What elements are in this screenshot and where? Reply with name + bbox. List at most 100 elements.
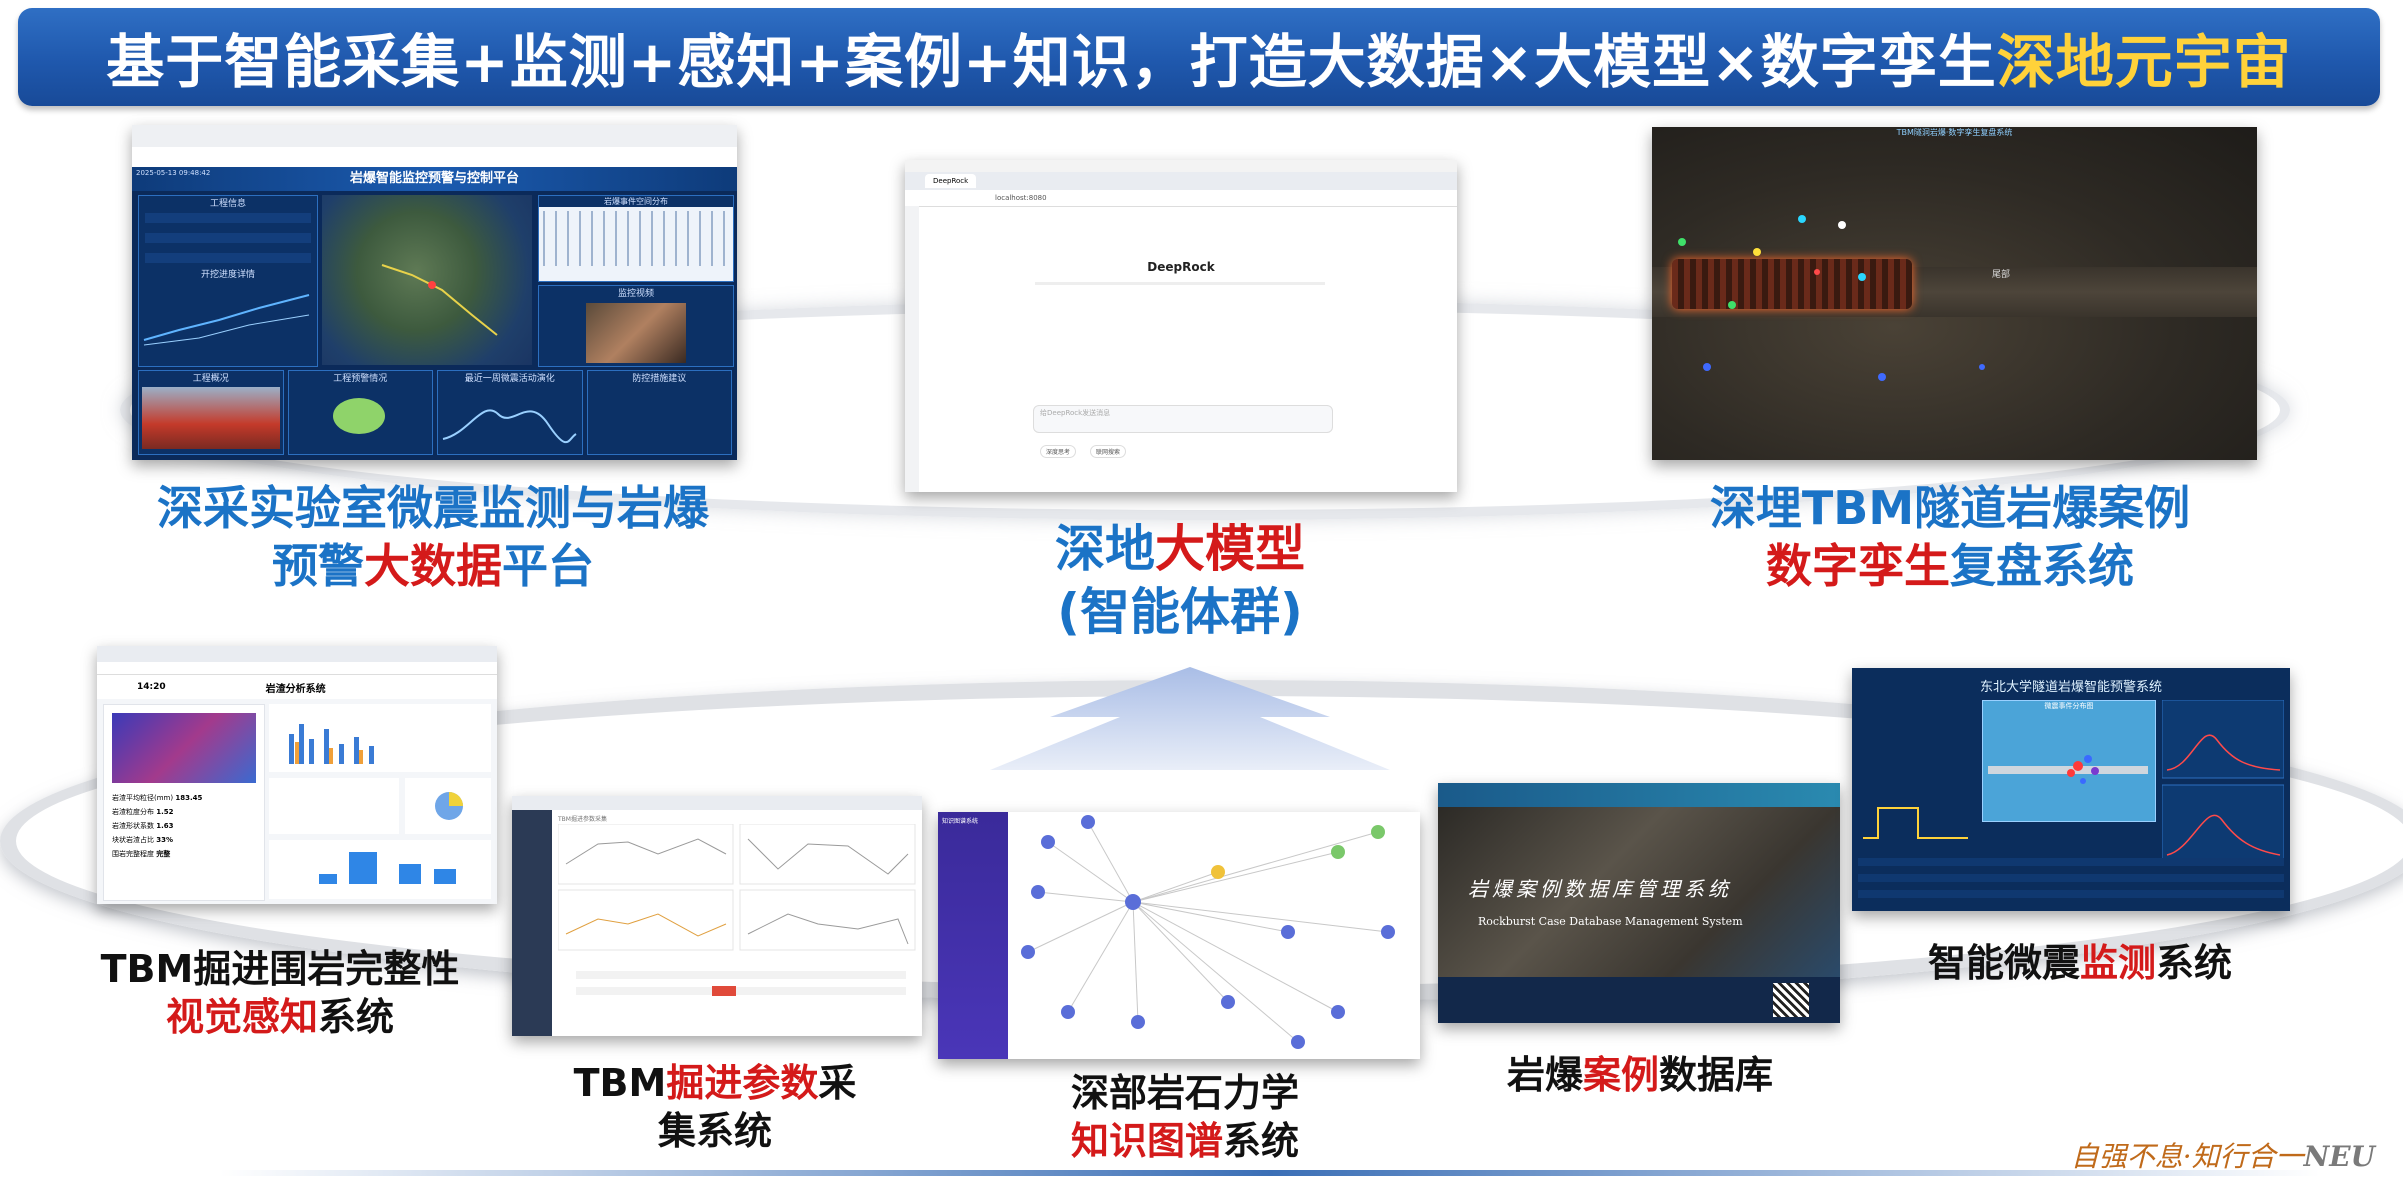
digital-twin-screenshot: TBM隧洞岩爆·数字孪生复盘系统 尾部 bbox=[1652, 127, 2257, 460]
knowledge-graph-screenshot: 知识图谱系统 bbox=[938, 812, 1420, 1059]
satellite-map bbox=[322, 195, 532, 365]
caption-part: 监测 bbox=[2079, 941, 2156, 985]
vision-system-screenshot: 14:20 岩渣分析系统 岩渣平均粒径(mm) 183.45 岩渣粒度分布 1.… bbox=[97, 646, 497, 904]
overview-panel: 工程概况 bbox=[138, 370, 284, 455]
caption-part: 深地 bbox=[1055, 520, 1155, 578]
address-bar bbox=[97, 662, 497, 675]
panel-title: 工程概况 bbox=[192, 374, 229, 384]
caption-part: 大模型 bbox=[1155, 520, 1305, 578]
browser-tabbar bbox=[97, 646, 497, 662]
rockburst-distribution-panel: 岩爆事件空间分布 bbox=[538, 195, 734, 282]
caption-part: 系统 bbox=[318, 994, 395, 1039]
caption-part: 系统 bbox=[1223, 1118, 1300, 1163]
caption-deep-llm: 深地大模型 (智能体群) bbox=[960, 518, 1400, 643]
kg-sidebar: 知识图谱系统 bbox=[938, 812, 1008, 1059]
event-table bbox=[1858, 858, 2284, 906]
caption-part: 复盘系统 bbox=[1950, 538, 2134, 593]
weekly-activity-panel: 最近一周微震活动演化 bbox=[437, 370, 583, 455]
vision-charts bbox=[269, 704, 491, 899]
caption-bigdata-platform: 深采实验室微震监测与岩爆 预警大数据平台 bbox=[108, 480, 758, 595]
metric-row: 岩渣平均粒径(mm) 183.45 bbox=[112, 791, 256, 805]
caption-params-system: TBM掘进参数采 集系统 bbox=[550, 1060, 880, 1155]
caption-part: 采 bbox=[818, 1061, 857, 1105]
caption-part: 知识图谱 bbox=[1070, 1118, 1223, 1163]
panel-title: 防控措施建议 bbox=[632, 374, 687, 384]
metric-label: 块状岩渣占比 bbox=[112, 836, 154, 844]
panel-title: 岩爆事件空间分布 bbox=[539, 196, 733, 207]
dashboard-date: 2025-05-13 09:48:42 bbox=[136, 169, 211, 177]
panel-title: 最近一周微震活动演化 bbox=[464, 374, 555, 384]
footer-line bbox=[220, 1170, 2320, 1176]
metric-row: 块状岩渣占比 33% bbox=[112, 833, 256, 847]
qr-code bbox=[1773, 983, 1809, 1017]
caption-knowledge-graph: 深部岩石力学 知识图谱系统 bbox=[1030, 1070, 1340, 1165]
panel-title: 开挖进度详情 bbox=[200, 270, 255, 280]
caption-part: 岩爆 bbox=[1506, 1053, 1583, 1097]
metrics-list: 岩渣平均粒径(mm) 183.45 岩渣粒度分布 1.52 岩渣形状系数 1.6… bbox=[104, 791, 264, 861]
casedb-title: 岩爆案例数据库管理系统 bbox=[1468, 877, 1732, 901]
university-motto: 自强不息·知行合一NEU bbox=[2071, 1135, 2375, 1175]
tab-deeprock[interactable]: DeepRock bbox=[925, 174, 977, 188]
params-system-screenshot: TBM掘进参数采集 bbox=[512, 796, 922, 1036]
caption-line: TBM掘进围岩完整性 bbox=[100, 947, 460, 991]
metric-label: 围岩完整程度 bbox=[112, 850, 154, 858]
metric-row: 围岩完整程度 完整 bbox=[112, 847, 256, 861]
casedb-header bbox=[1438, 783, 1840, 807]
params-line-charts bbox=[558, 824, 916, 951]
caption-part: 预警 bbox=[272, 538, 364, 593]
event-distribution-panel: 微震事件分布图 bbox=[1982, 700, 2156, 822]
progress-line-chart bbox=[143, 294, 310, 346]
caption-part: 数据库 bbox=[1659, 1053, 1774, 1097]
engineering-info-panel: 工程信息 开挖进度详情 bbox=[138, 195, 318, 367]
dashboard-title: 岩爆智能监控预警与控制平台 bbox=[132, 167, 737, 191]
metric-row: 岩渣粒度分布 1.52 bbox=[112, 805, 256, 819]
casedb-subtitle: Rockburst Case Database Management Syste… bbox=[1478, 915, 1743, 928]
address-bar[interactable]: localhost:8080 bbox=[905, 190, 1457, 207]
metric-value: 33% bbox=[156, 836, 173, 844]
waveform-charts bbox=[2162, 700, 2284, 864]
metric-label: 岩渣形状系数 bbox=[112, 822, 154, 830]
caption-line: 深部岩石力学 bbox=[1070, 1071, 1299, 1115]
warning-panel: 工程预警情况 bbox=[287, 370, 433, 455]
web-search-button[interactable]: 联网搜索 bbox=[1090, 445, 1127, 458]
video-feed bbox=[586, 303, 686, 363]
bigdata-platform-screenshot: 岩爆智能监控预警与控制平台 2025-05-13 09:48:42 工程信息 开… bbox=[132, 125, 737, 460]
motto-text: 自强不息·知行合一 bbox=[2070, 1140, 2304, 1173]
caption-line: 集系统 bbox=[657, 1108, 772, 1153]
deep-think-button[interactable]: 深度思考 bbox=[1040, 445, 1077, 458]
clock: 14:20 bbox=[137, 682, 166, 692]
caption-part: 视觉感知 bbox=[165, 994, 318, 1039]
deeprock-screenshot: DeepRock localhost:8080 DeepRock 给DeepRo… bbox=[905, 160, 1457, 492]
metric-value: 1.52 bbox=[156, 808, 174, 816]
caption-part: 平台 bbox=[502, 538, 594, 593]
metric-value: 183.45 bbox=[175, 794, 203, 802]
metric-label: 岩渣粒度分布 bbox=[112, 808, 154, 816]
metric-value: 1.63 bbox=[156, 822, 174, 830]
graph-network bbox=[1021, 815, 1395, 1049]
rock-image bbox=[112, 713, 256, 783]
sidebar bbox=[905, 206, 919, 492]
signal-chart bbox=[1863, 807, 1968, 839]
caption-part: 掘进参数 bbox=[666, 1061, 819, 1105]
tunnel-drawing bbox=[543, 211, 729, 266]
metric-value: 完整 bbox=[156, 850, 171, 858]
banner-title: 基于智能采集+监测+感知+案例+知识，打造大数据×大模型×数字孪生深地元宇宙 bbox=[106, 15, 2292, 99]
kg-title: 知识图谱系统 bbox=[942, 818, 979, 825]
caption-case-database: 岩爆案例数据库 bbox=[1470, 1052, 1810, 1100]
microseismic-system-screenshot: 东北大学隧道岩爆智能预警系统 微震事件分布图 bbox=[1852, 668, 2290, 911]
vision-title: 岩渣分析系统 bbox=[265, 683, 326, 695]
metric-row: 岩渣形状系数 1.63 bbox=[112, 819, 256, 833]
caption-line: (智能体群) bbox=[1057, 582, 1303, 641]
microseis-title: 东北大学隧道岩爆智能预警系统 bbox=[1979, 680, 2162, 695]
caption-part: TBM bbox=[573, 1061, 667, 1105]
microseismic-points bbox=[1678, 215, 1985, 381]
app-menubar bbox=[905, 160, 1457, 172]
panel-title: 监控视频 bbox=[617, 289, 654, 299]
alarm-badge bbox=[712, 986, 736, 996]
chat-input[interactable]: 给DeepRock发送消息 bbox=[1033, 405, 1333, 433]
case-database-screenshot: 岩爆案例数据库管理系统 Rockburst Case Database Mana… bbox=[1438, 783, 1840, 1023]
image-panel: 岩渣平均粒径(mm) 183.45 岩渣粒度分布 1.52 岩渣形状系数 1.6… bbox=[103, 704, 265, 901]
org-logo-text: NEU bbox=[2303, 1140, 2375, 1173]
params-title: TBM掘进参数采集 bbox=[558, 816, 607, 823]
caption-line: 深采实验室微震监测与岩爆 bbox=[157, 481, 709, 535]
